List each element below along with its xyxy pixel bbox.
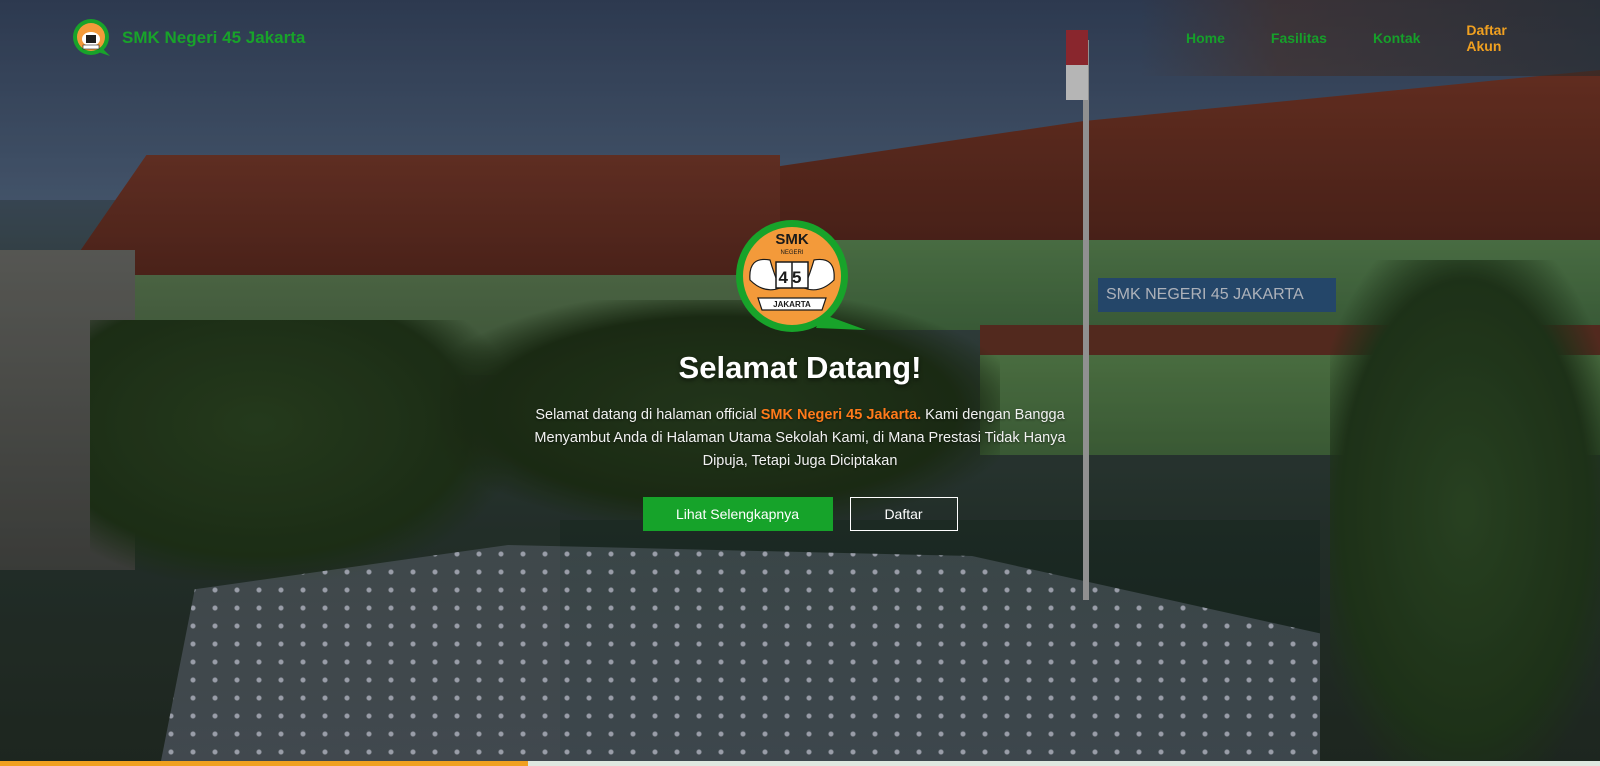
nav-home[interactable]: Home (1186, 30, 1225, 46)
logo-text-sub: NEGERI (780, 250, 803, 256)
scroll-progress (0, 761, 1600, 766)
school-crest-icon (73, 19, 110, 56)
nav-kontak[interactable]: Kontak (1373, 30, 1420, 46)
page-title: Selamat Datang! (678, 350, 922, 385)
see-more-button[interactable]: Lihat Selengkapnya (642, 497, 833, 531)
intro-text: Selamat datang di halaman official SMK N… (510, 404, 1090, 473)
brand-name: SMK Negeri 45 Jakarta (122, 28, 306, 47)
hero-actions: Lihat Selengkapnya Daftar (642, 497, 958, 531)
intro-text-start: Selamat datang di halaman official (535, 407, 761, 423)
nav-fasilitas[interactable]: Fasilitas (1271, 30, 1327, 46)
logo-text-top: SMK (775, 231, 809, 248)
school-logo: SMK NEGERI 45 JAKARTA (736, 220, 866, 332)
nav-menu: Home Fasilitas Kontak Daftar Akun (1140, 0, 1600, 76)
logo-text-number: 45 (779, 268, 806, 287)
brand[interactable]: SMK Negeri 45 Jakarta (72, 18, 305, 58)
register-button[interactable]: Daftar (849, 497, 958, 531)
logo-ribbon-text: JAKARTA (773, 300, 811, 309)
scroll-progress-fill (0, 761, 528, 766)
nav-daftar-akun[interactable]: Daftar Akun (1466, 22, 1536, 54)
intro-school-name: SMK Negeri 45 Jakarta. (760, 407, 922, 423)
hero-content: SMK NEGERI 45 JAKARTA Selamat Datang! Se… (500, 218, 1100, 531)
navbar: SMK Negeri 45 Jakarta Home Fasilitas Kon… (0, 0, 1600, 76)
